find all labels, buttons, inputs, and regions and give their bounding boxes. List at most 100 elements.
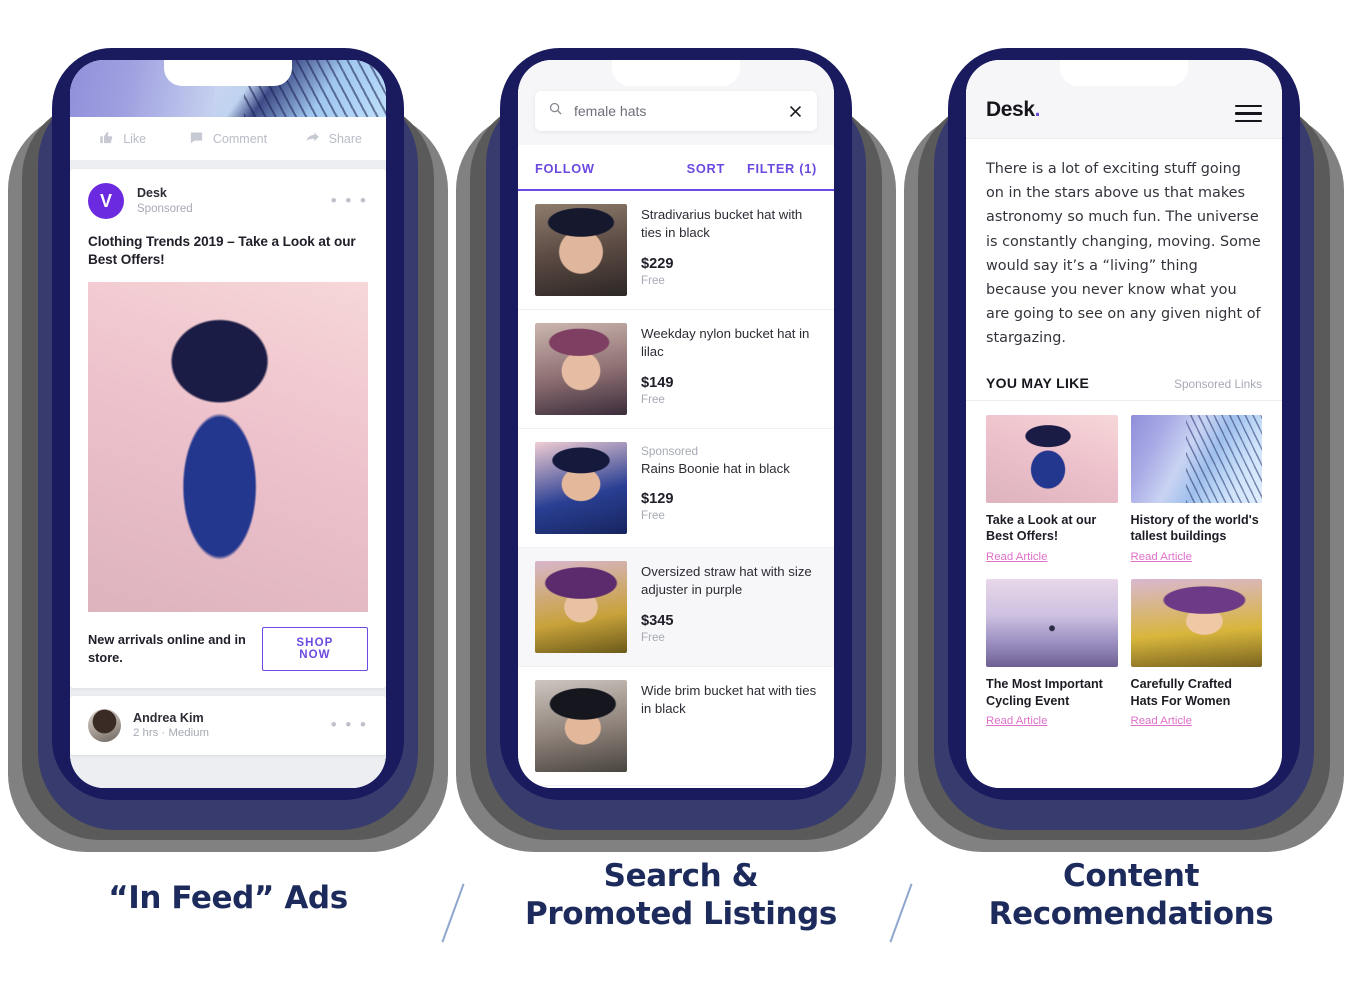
list-item[interactable]: Weekday nylon bucket hat in lilac $149 F… [518, 310, 834, 429]
read-article-link[interactable]: Read Article [1131, 551, 1192, 563]
comment-label: Comment [212, 131, 268, 146]
listing-tabs: FOLLOW SORT FILTER (1) [518, 145, 834, 191]
search-icon [548, 101, 563, 121]
recommendations-header: YOU MAY LIKE Sponsored Links [966, 363, 1282, 401]
post-header: Andrea Kim 2 hrs · Medium • • • [70, 696, 386, 755]
recommendation-thumbnail [1130, 578, 1262, 667]
recommendation-thumbnail [986, 578, 1118, 667]
caption-separator [889, 883, 913, 943]
listing-title: Rains Boonie hat in black [641, 461, 790, 476]
listing-price: $149 [641, 374, 674, 391]
ad-header: V Desk Sponsored • • • [70, 169, 386, 225]
feed-post-card: Andrea Kim 2 hrs · Medium • • • [70, 695, 386, 755]
recommendation-card[interactable]: The Most Important Cycling Event Read Ar… [986, 578, 1118, 729]
share-button[interactable]: Share [281, 130, 386, 148]
search-bar[interactable]: female hats [535, 91, 817, 131]
read-article-link[interactable]: Read Article [986, 551, 1047, 563]
ad-sponsored-label: Sponsored [137, 202, 193, 215]
tab-follow[interactable]: FOLLOW [535, 161, 595, 176]
read-article-link[interactable]: Read Article [986, 715, 1047, 727]
phone-notch [1060, 60, 1188, 86]
listing-sponsored-label: Sponsored [641, 444, 699, 458]
listing-title: Stradivarius bucket hat with ties in bla… [641, 207, 803, 241]
shop-now-button[interactable]: SHOP NOW [261, 626, 368, 671]
recommendation-title: History of the world's tallest buildings [1130, 512, 1259, 544]
app-logo[interactable]: Desk. [986, 98, 1040, 122]
listing-thumbnail [535, 204, 627, 296]
listing-thumbnail [535, 680, 627, 772]
comment-icon [189, 130, 204, 148]
phone-content-recomendations: Desk. There is a lot of exciting stuff g… [904, 0, 1344, 870]
recommendation-card[interactable]: Carefully Crafted Hats For Women Read Ar… [1130, 578, 1262, 729]
feed-action-bar: Like Comment Share [70, 117, 386, 161]
caption-in-feed-ads: “In Feed” Ads [58, 880, 398, 918]
recommendation-title: Take a Look at our Best Offers! [986, 512, 1097, 544]
caption-line-1: “In Feed” Ads [108, 880, 348, 916]
list-item[interactable]: Wide brim bucket hat with ties in black [518, 667, 834, 786]
listing-title: Weekday nylon bucket hat in lilac [641, 326, 810, 360]
listing-thumbnail [535, 561, 627, 653]
ad-more-options-icon[interactable]: • • • [331, 192, 368, 209]
phone-in-feed-ads: Like Comment Share V Desk Sponsored • • … [8, 0, 448, 870]
ad-hero-photo[interactable] [88, 281, 368, 612]
listing-title: Wide brim bucket hat with ties in black [641, 683, 817, 717]
tab-filter[interactable]: FILTER (1) [747, 161, 817, 176]
caption-search-promoted: Search & Promoted Listings [486, 858, 876, 934]
caption-line-1: Search & [603, 858, 759, 894]
recommendation-title: Carefully Crafted Hats For Women [1130, 676, 1232, 708]
post-meta: 2 hrs · Medium [133, 727, 209, 740]
caption-content-recomendations: Content Recomendations [936, 858, 1326, 934]
tab-sort[interactable]: SORT [687, 161, 725, 176]
app-logo-dot: . [1034, 98, 1041, 121]
listing-shipping: Free [641, 392, 665, 406]
ad-footer: New arrivals online and in store. SHOP N… [70, 612, 386, 688]
share-label: Share [328, 131, 362, 146]
listing-shipping: Free [641, 509, 665, 523]
caption-line-2: Recomendations [988, 895, 1274, 932]
like-button[interactable]: Like [70, 130, 175, 148]
article-body-text: There is a lot of exciting stuff going o… [986, 161, 1261, 347]
phone-search-promoted-listings: female hats FOLLOW SORT FILTER (1) Strad… [456, 0, 896, 870]
list-item[interactable]: Stradivarius bucket hat with ties in bla… [518, 191, 834, 310]
read-article-link[interactable]: Read Article [1131, 715, 1192, 727]
post-more-options-icon[interactable]: • • • [331, 716, 368, 733]
caption-separator [441, 883, 465, 943]
recommendation-card[interactable]: History of the world's tallest buildings… [1130, 414, 1262, 565]
ad-footer-text: New arrivals online and in store. [88, 632, 246, 665]
phone-notch [164, 60, 292, 86]
close-icon[interactable] [787, 103, 804, 120]
comment-button[interactable]: Comment [175, 130, 280, 148]
avatar [88, 708, 121, 742]
post-author-name: Andrea Kim [133, 711, 204, 726]
phone-screen: Like Comment Share V Desk Sponsored • • … [70, 60, 386, 788]
recommendation-card[interactable]: Take a Look at our Best Offers! Read Art… [986, 414, 1118, 565]
listing-shipping: Free [641, 273, 665, 287]
phone-body: Like Comment Share V Desk Sponsored • • … [52, 48, 404, 800]
like-label: Like [123, 131, 147, 146]
thumbs-up-icon [99, 130, 114, 148]
listing-price: $229 [641, 255, 674, 272]
sponsored-ad-card: V Desk Sponsored • • • Clothing Trends 2… [70, 169, 386, 688]
app-logo-text: Desk [986, 98, 1035, 121]
listing-thumbnail [535, 323, 627, 415]
caption-line-2: Promoted Listings [525, 895, 837, 932]
listing-price: $345 [641, 612, 674, 629]
phone-screen: female hats FOLLOW SORT FILTER (1) Strad… [518, 60, 834, 788]
recommendations-title: YOU MAY LIKE [986, 374, 1090, 391]
recommendation-thumbnail [986, 414, 1118, 503]
listing-title: Oversized straw hat with size adjuster i… [641, 564, 812, 598]
list-item[interactable]: Oversized straw hat with size adjuster i… [518, 548, 834, 667]
recommendations-grid: Take a Look at our Best Offers! Read Art… [966, 401, 1282, 740]
list-item-sponsored[interactable]: Sponsored Rains Boonie hat in black $129… [518, 429, 834, 548]
brand-avatar: V [88, 183, 124, 219]
search-input[interactable]: female hats [574, 103, 787, 119]
ad-brand-name: Desk [137, 185, 167, 200]
page-root: Like Comment Share V Desk Sponsored • • … [0, 0, 1360, 1006]
caption-line-1: Content [1062, 858, 1200, 894]
listing-price: $129 [641, 491, 674, 508]
phone-body: female hats FOLLOW SORT FILTER (1) Strad… [500, 48, 852, 800]
sponsored-links-label: Sponsored Links [1174, 376, 1262, 391]
listing-shipping: Free [641, 630, 665, 644]
hamburger-menu-icon[interactable] [1235, 104, 1262, 122]
share-icon [305, 130, 320, 148]
